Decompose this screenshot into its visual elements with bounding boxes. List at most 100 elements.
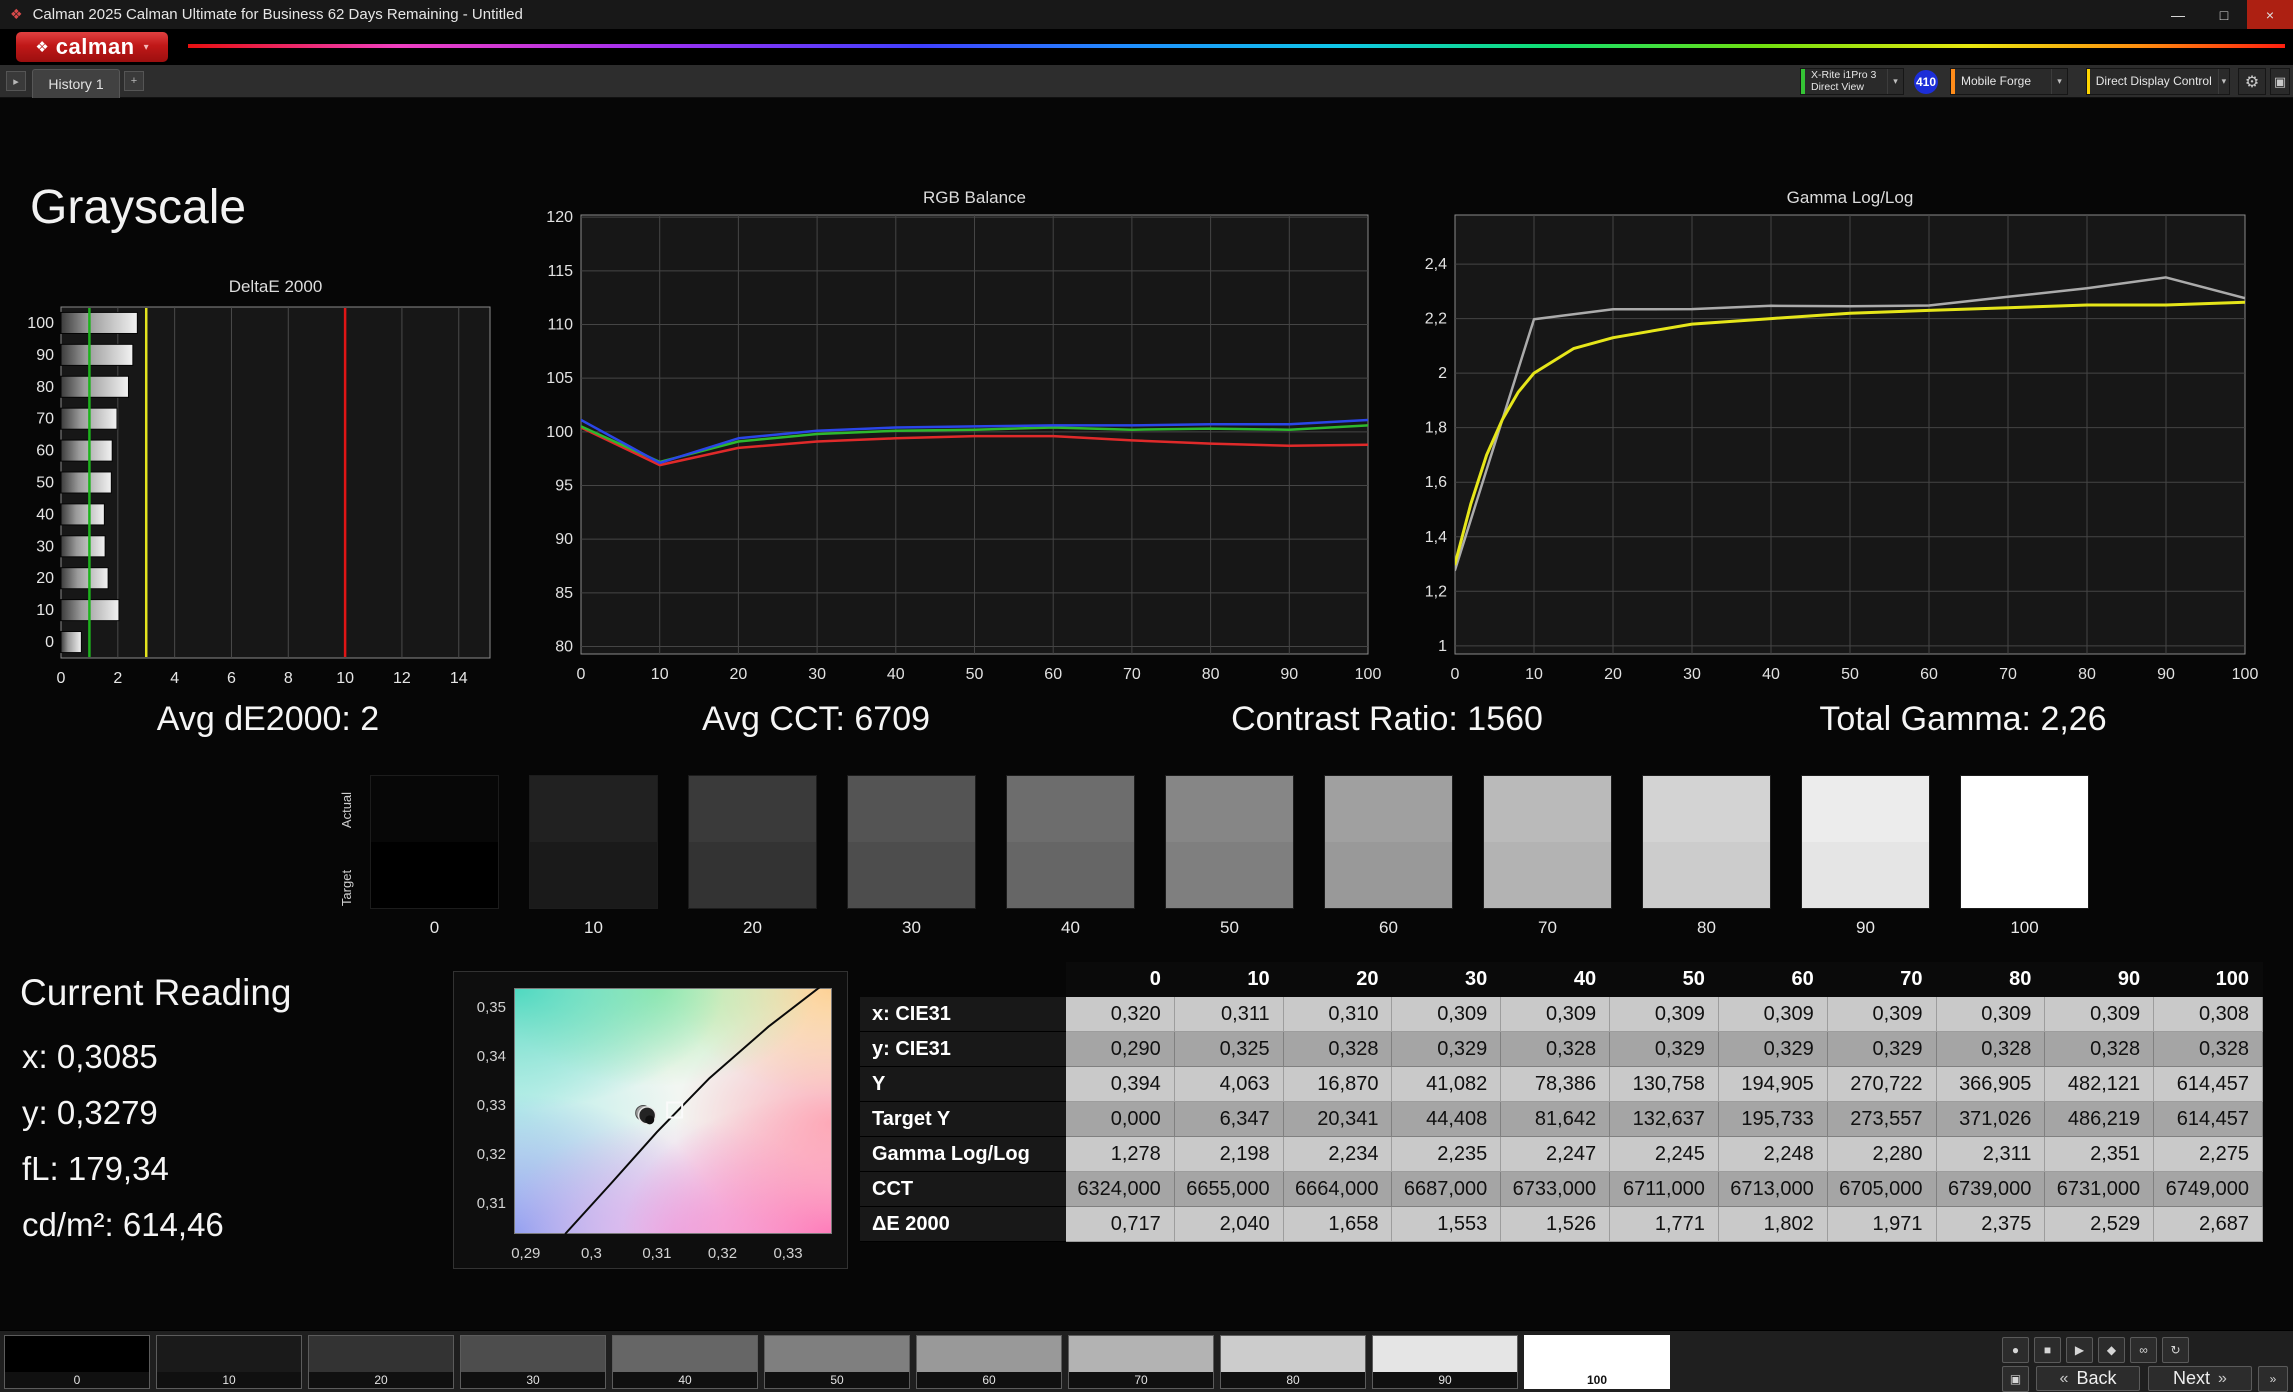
swatch-actual <box>1643 776 1770 842</box>
table-cell: 2,311 <box>1936 1137 2046 1172</box>
table-row-label: Y <box>860 1067 1066 1102</box>
source-dropdown-icon[interactable]: ▾ <box>2051 69 2067 94</box>
svg-text:20: 20 <box>36 570 54 587</box>
pattern-window-button[interactable]: ▣ <box>2002 1366 2029 1392</box>
measurement-table: 0 10 20 30 40 50 60 70 80 90 100 x: CIE31 0,320 0,311… <box>860 962 2263 1242</box>
svg-text:70: 70 <box>36 411 54 428</box>
swatch-target <box>1007 842 1134 908</box>
svg-text:1,8: 1,8 <box>1425 420 1447 437</box>
patch-level-label: 80 <box>1221 1372 1365 1388</box>
total-gamma-readout: Total Gamma: 2,26 <box>1819 700 2107 738</box>
table-cell: 0,328 <box>1936 1032 2046 1067</box>
table-cell: 1,971 <box>1827 1207 1937 1242</box>
loop-button[interactable]: ∞ <box>2130 1337 2157 1363</box>
svg-text:90: 90 <box>36 347 54 364</box>
table-cell: 6705,000 <box>1827 1172 1937 1207</box>
pattern-patch-30[interactable]: 30 <box>460 1335 606 1389</box>
table-cell: 194,905 <box>1718 1067 1828 1102</box>
pattern-source-button[interactable]: Mobile Forge ▾ <box>1950 68 2068 95</box>
svg-text:100: 100 <box>27 315 54 332</box>
pattern-patch-20[interactable]: 20 <box>308 1335 454 1389</box>
svg-text:85: 85 <box>555 585 573 602</box>
swatch-actual <box>689 776 816 842</box>
patch-color <box>5 1336 149 1372</box>
table-cell: 1,771 <box>1610 1207 1719 1242</box>
pattern-patch-60[interactable]: 60 <box>916 1335 1062 1389</box>
table-cell: 1,278 <box>1066 1137 1175 1172</box>
pattern-patch-10[interactable]: 10 <box>156 1335 302 1389</box>
table-col-header: 70 <box>1827 962 1937 997</box>
back-label: Back <box>2076 1368 2117 1388</box>
table-cell: 0,320 <box>1066 997 1175 1032</box>
table-cell: 6713,000 <box>1718 1172 1828 1207</box>
next-label: Next <box>2173 1368 2211 1388</box>
display-control-button[interactable]: Direct Display Control ▾ <box>2086 68 2230 95</box>
grayscale-swatch-80 <box>1642 775 1771 909</box>
table-cell: 44,408 <box>1392 1102 1502 1137</box>
svg-text:100: 100 <box>1355 666 1382 683</box>
pattern-patch-40[interactable]: 40 <box>612 1335 758 1389</box>
pattern-patch-0[interactable]: 0 <box>4 1335 150 1389</box>
meter-select-button[interactable]: X-Rite i1Pro 3 Direct View ▾ <box>1800 68 1904 95</box>
pattern-patch-50[interactable]: 50 <box>764 1335 910 1389</box>
swatch-target <box>1166 842 1293 908</box>
table-cell: 486,219 <box>2045 1102 2155 1137</box>
table-cell: 0,308 <box>2154 997 2263 1032</box>
table-cell: 0,309 <box>1827 997 1937 1032</box>
play-button[interactable]: ▶ <box>2066 1337 2093 1363</box>
current-fl-readout: fL: 179,34 <box>22 1150 169 1187</box>
meter-dropdown-icon[interactable]: ▾ <box>1887 69 1903 94</box>
panel-toggle-button[interactable]: ▣ <box>2270 68 2290 95</box>
svg-text:90: 90 <box>1280 666 1298 683</box>
settings-gear-button[interactable]: ⚙ <box>2238 68 2266 95</box>
current-reading-title: Current Reading <box>20 972 292 1013</box>
skip-forward-button[interactable]: » <box>2258 1366 2288 1392</box>
table-cell: 0,309 <box>1936 997 2046 1032</box>
calman-diamond-icon: ❖ <box>35 39 49 56</box>
pattern-patch-70[interactable]: 70 <box>1068 1335 1214 1389</box>
patch-color <box>1373 1336 1517 1372</box>
minimize-button[interactable]: — <box>2155 0 2201 29</box>
tab-history-1[interactable]: History 1 <box>32 69 120 98</box>
svg-text:0,33: 0,33 <box>477 1097 506 1114</box>
table-row-label: y: CIE31 <box>860 1032 1066 1067</box>
grayscale-swatch-20 <box>688 775 817 909</box>
calman-logo-button[interactable]: ❖ calman ▾ <box>16 32 168 62</box>
swatch-level-label: 50 <box>1220 918 1239 937</box>
svg-text:30: 30 <box>36 538 54 555</box>
table-cell: 2,351 <box>2045 1137 2155 1172</box>
table-cell: 81,642 <box>1501 1102 1611 1137</box>
table-cell: 6731,000 <box>2045 1172 2155 1207</box>
record-button[interactable]: ● <box>2002 1337 2029 1363</box>
patch-level-label: 100 <box>1526 1372 1668 1388</box>
pattern-patch-90[interactable]: 90 <box>1372 1335 1518 1389</box>
table-cell: 366,905 <box>1936 1067 2046 1102</box>
history-prev-button[interactable]: ▸ <box>6 71 26 91</box>
svg-text:0,33: 0,33 <box>773 1245 802 1262</box>
svg-text:0,32: 0,32 <box>708 1245 737 1262</box>
refresh-button[interactable]: ↻ <box>2162 1337 2189 1363</box>
pattern-patch-80[interactable]: 80 <box>1220 1335 1366 1389</box>
table-row-label: CCT <box>860 1172 1066 1207</box>
patch-level-label: 20 <box>309 1372 453 1388</box>
close-button[interactable]: × <box>2247 0 2293 29</box>
svg-text:2,2: 2,2 <box>1425 311 1447 328</box>
next-button[interactable]: Next » <box>2148 1366 2252 1391</box>
maximize-button[interactable]: □ <box>2201 0 2247 29</box>
stop-button[interactable]: ■ <box>2034 1337 2061 1363</box>
save-button[interactable]: ◆ <box>2098 1337 2125 1363</box>
table-cell: 0,329 <box>1610 1032 1719 1067</box>
history-add-button[interactable]: + <box>124 71 144 91</box>
table-cell: 0,329 <box>1718 1032 1828 1067</box>
pattern-patch-100[interactable]: 100 <box>1524 1335 1670 1389</box>
svg-text:40: 40 <box>36 506 54 523</box>
table-cell: 0,325 <box>1174 1032 1284 1067</box>
back-button[interactable]: « Back <box>2036 1366 2140 1391</box>
table-cell: 2,375 <box>1936 1207 2046 1242</box>
table-cell: 2,687 <box>2154 1207 2263 1242</box>
display-dropdown-icon[interactable]: ▾ <box>2217 69 2229 94</box>
swatch-level-label: 10 <box>584 918 603 937</box>
swatch-actual-row-label: Actual <box>339 791 354 829</box>
table-cell: 2,248 <box>1718 1137 1828 1172</box>
avg-de2000-readout: Avg dE2000: 2 <box>156 700 380 738</box>
